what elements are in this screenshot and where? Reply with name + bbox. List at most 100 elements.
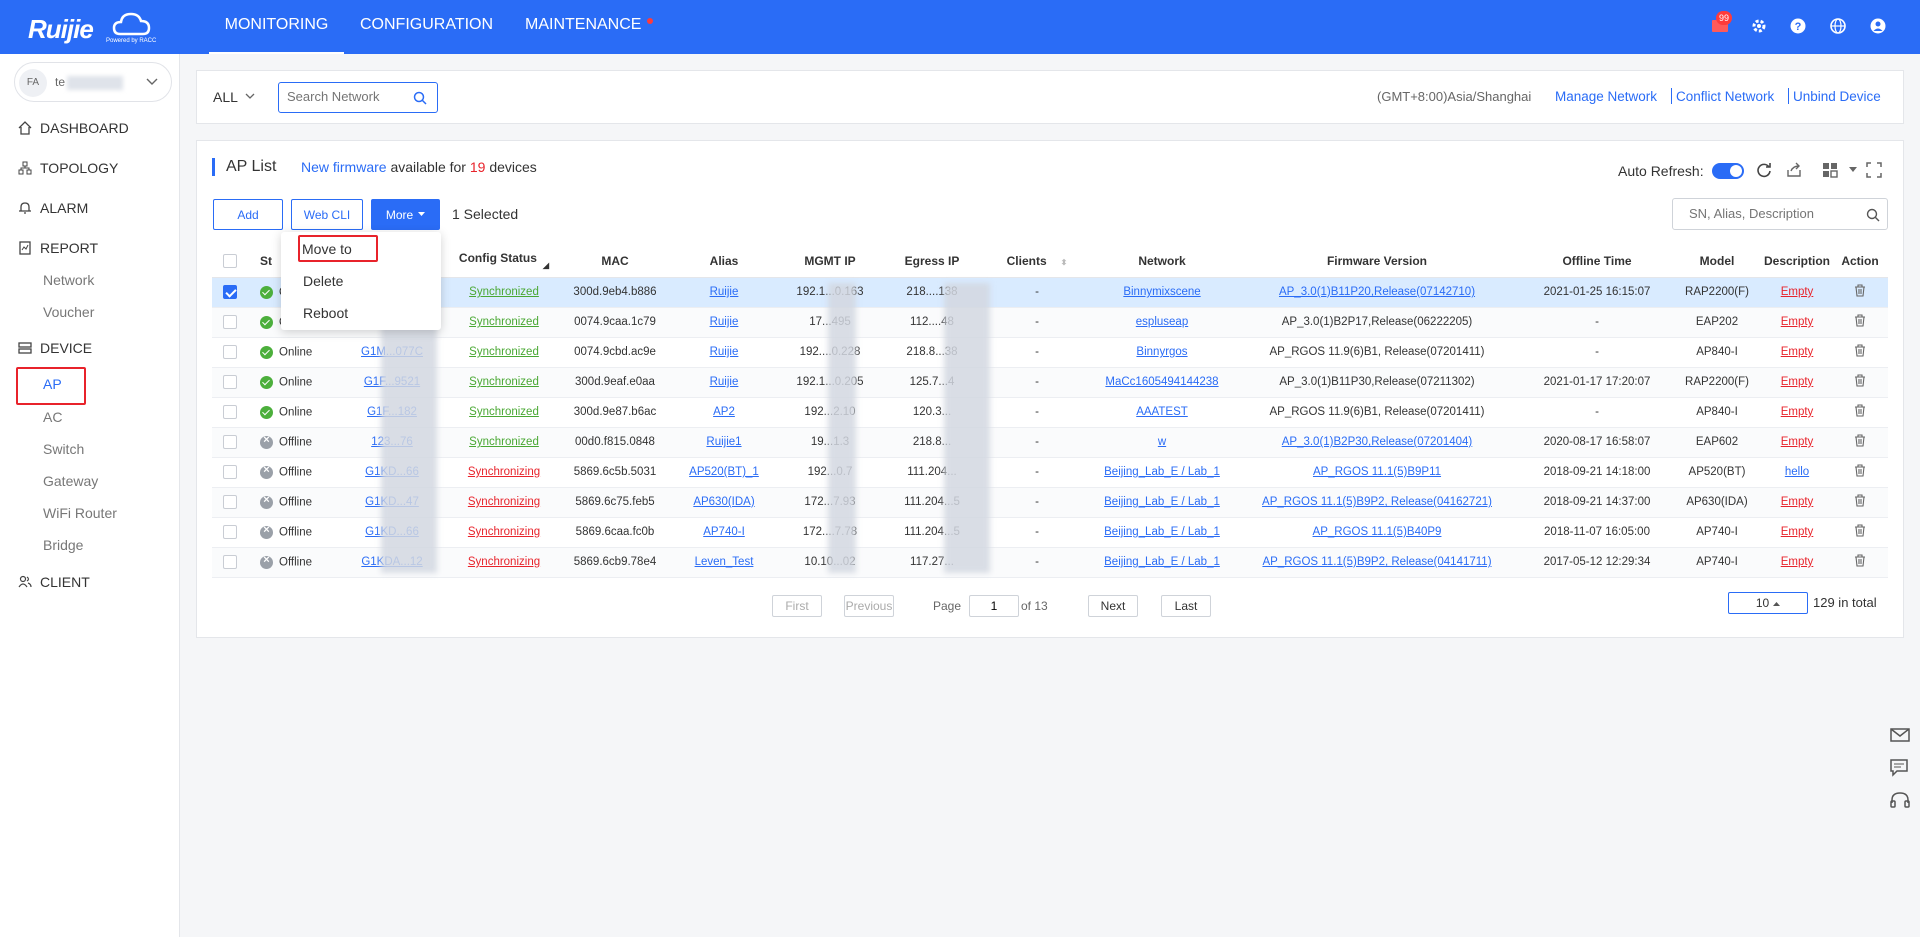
user-account-icon[interactable] <box>1868 16 1888 36</box>
network-search-input[interactable] <box>287 89 407 104</box>
ruijie-logo[interactable]: Ruijie Powered by RACC <box>28 8 158 46</box>
config-status-link[interactable]: Synchronized <box>469 406 539 418</box>
network-link[interactable]: AAATEST <box>1136 406 1188 418</box>
col-firmware-version[interactable]: Firmware Version <box>1232 245 1522 277</box>
row-checkbox[interactable] <box>223 345 237 359</box>
user-menu[interactable]: FA te <box>14 62 172 102</box>
search-icon[interactable] <box>1866 208 1880 222</box>
network-link[interactable]: Beijing_Lab_E / Lab_1 <box>1104 526 1220 538</box>
col-model[interactable]: Model <box>1672 245 1762 277</box>
menu-item-reboot[interactable]: Reboot <box>303 305 348 321</box>
firmware-version[interactable]: AP_3.0(1)B2P30,Release(07201404) <box>1282 436 1473 448</box>
description-link[interactable]: Empty <box>1781 406 1814 418</box>
last-page-button[interactable]: Last <box>1161 595 1211 617</box>
col-mac[interactable]: MAC <box>560 245 670 277</box>
sidebar-item-device[interactable]: DEVICE <box>18 338 92 358</box>
sidebar-item-report[interactable]: REPORT <box>18 238 98 258</box>
config-status-link[interactable]: Synchronized <box>469 286 539 298</box>
device-search-box[interactable] <box>1672 198 1888 230</box>
trash-icon[interactable] <box>1854 284 1866 297</box>
alias-link[interactable]: Leven_Test <box>695 556 754 568</box>
network-link[interactable]: Beijing_Lab_E / Lab_1 <box>1104 466 1220 478</box>
col-config-status[interactable]: Config Status ◢ <box>448 245 560 277</box>
alias-link[interactable]: Ruijie1 <box>706 436 741 448</box>
row-checkbox[interactable] <box>223 375 237 389</box>
export-icon[interactable] <box>1786 162 1802 178</box>
trash-icon[interactable] <box>1854 314 1866 327</box>
sidebar-item-client[interactable]: CLIENT <box>18 572 90 592</box>
network-link[interactable]: Binnyrgos <box>1136 346 1187 358</box>
alias-link[interactable]: AP740-I <box>703 526 745 538</box>
description-link[interactable]: Empty <box>1781 376 1814 388</box>
chevron-down-icon[interactable] <box>245 93 255 100</box>
alias-link[interactable]: AP2 <box>713 406 735 418</box>
auto-refresh-toggle[interactable] <box>1712 163 1744 179</box>
alias-link[interactable]: Ruijie <box>710 286 739 298</box>
config-status-link[interactable]: Synchronized <box>469 376 539 388</box>
page-size-select[interactable]: 10 <box>1728 592 1808 614</box>
config-status-link[interactable]: Synchronizing <box>468 526 540 538</box>
device-search-input[interactable] <box>1689 206 1859 221</box>
row-checkbox[interactable] <box>223 435 237 449</box>
scope-select[interactable]: ALL <box>213 89 238 105</box>
config-status-link[interactable]: Synchronized <box>469 436 539 448</box>
firmware-version[interactable]: AP_RGOS 11.1(5)B9P2, Release(04141711) <box>1262 556 1491 568</box>
sidebar-item-alarm[interactable]: ALARM <box>18 198 88 218</box>
menu-item-delete[interactable]: Delete <box>303 273 343 289</box>
firmware-version[interactable]: AP_RGOS 11.1(5)B9P2, Release(04162721) <box>1262 496 1492 508</box>
col-network[interactable]: Network <box>1092 245 1232 277</box>
col-alias[interactable]: Alias <box>670 245 778 277</box>
alias-link[interactable]: Ruijie <box>710 376 739 388</box>
first-page-button[interactable]: First <box>772 595 822 617</box>
page-number-input[interactable] <box>969 595 1019 617</box>
config-status-link[interactable]: Synchronized <box>469 316 539 328</box>
col-egress-ip[interactable]: Egress IP <box>882 245 982 277</box>
chat-icon[interactable] <box>1886 754 1914 782</box>
trash-icon[interactable] <box>1854 554 1866 567</box>
col-offline-time[interactable]: Offline Time <box>1522 245 1672 277</box>
alias-link[interactable]: AP630(IDA) <box>693 496 754 508</box>
caret-down-icon[interactable] <box>1849 167 1857 173</box>
row-checkbox[interactable] <box>223 315 237 329</box>
web-cli-button[interactable]: Web CLI <box>291 199 363 230</box>
table-row[interactable]: OfflineG1KD...47Synchronizing5869.6c75.f… <box>212 487 1888 517</box>
new-firmware-link[interactable]: New firmware <box>301 159 387 175</box>
col-clients[interactable]: Clients ⬍ <box>982 245 1092 277</box>
sidebar-item-dashboard[interactable]: DASHBOARD <box>18 118 129 138</box>
col-description[interactable]: Description <box>1762 245 1832 277</box>
row-checkbox[interactable] <box>223 405 237 419</box>
refresh-icon[interactable] <box>1755 161 1773 179</box>
trash-icon[interactable] <box>1854 494 1866 507</box>
description-link[interactable]: Empty <box>1781 346 1814 358</box>
tab-maintenance[interactable]: MAINTENANCE <box>525 0 641 54</box>
row-checkbox[interactable] <box>223 285 237 299</box>
tab-monitoring[interactable]: MONITORING <box>209 0 344 54</box>
alias-link[interactable]: Ruijie <box>710 346 739 358</box>
table-row[interactable]: Online...294Synchronized300d.9eb4.b886Ru… <box>212 277 1888 307</box>
tab-configuration[interactable]: CONFIGURATION <box>360 0 493 54</box>
sidebar-item-topology[interactable]: TOPOLOGY <box>18 158 118 178</box>
sidebar-subitem-voucher[interactable]: Voucher <box>43 304 94 320</box>
trash-icon[interactable] <box>1854 404 1866 417</box>
sidebar-subitem-switch[interactable]: Switch <box>43 441 84 457</box>
support-headset-icon[interactable] <box>1886 787 1914 815</box>
trash-icon[interactable] <box>1854 524 1866 537</box>
previous-page-button[interactable]: Previous <box>844 595 894 617</box>
add-button[interactable]: Add <box>213 199 283 230</box>
description-link[interactable]: hello <box>1785 466 1809 478</box>
table-row[interactable]: OfflineG1KDA...12Synchronizing5869.6cb9.… <box>212 547 1888 577</box>
description-link[interactable]: Empty <box>1781 316 1814 328</box>
config-status-link[interactable]: Synchronizing <box>468 496 540 508</box>
row-checkbox[interactable] <box>223 525 237 539</box>
sidebar-subitem-gateway[interactable]: Gateway <box>43 473 98 489</box>
help-icon[interactable]: ? <box>1788 16 1808 36</box>
message-icon[interactable] <box>1886 721 1914 749</box>
description-link[interactable]: Empty <box>1781 436 1814 448</box>
unbind-device-link[interactable]: Unbind Device <box>1793 89 1881 104</box>
row-checkbox[interactable] <box>223 495 237 509</box>
trash-icon[interactable] <box>1854 374 1866 387</box>
alias-link[interactable]: Ruijie <box>710 316 739 328</box>
firmware-version[interactable]: AP_RGOS 11.1(5)B40P9 <box>1313 526 1442 538</box>
conflict-network-link[interactable]: Conflict Network <box>1676 89 1774 104</box>
row-checkbox[interactable] <box>223 555 237 569</box>
